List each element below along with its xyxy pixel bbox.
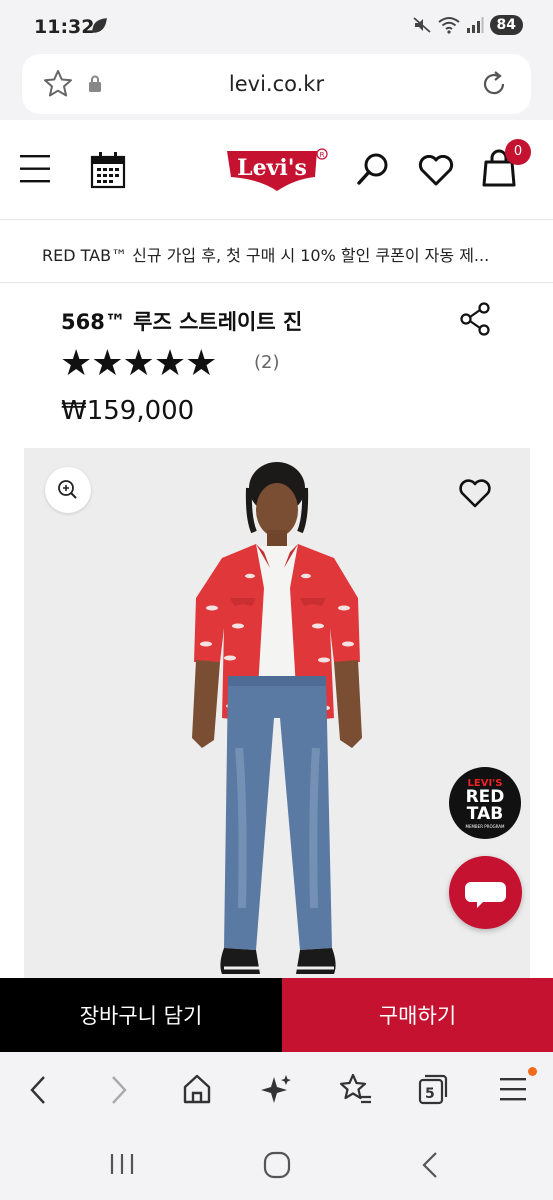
review-count[interactable]: (2) [254,352,280,373]
leaf-icon [90,17,108,35]
sparkle-icon[interactable] [260,1073,292,1105]
buy-now-button[interactable]: 구매하기 [282,978,553,1052]
product-name: 568™ 루즈 스트레이트 진 [61,310,303,334]
address-bar[interactable]: levi.co.kr [22,54,531,114]
browser-menu-icon[interactable] [500,1076,526,1102]
reload-icon[interactable] [479,69,509,99]
browser-toolbar: 5 [0,1052,553,1128]
wishlist-icon[interactable] [418,155,454,187]
zoom-button[interactable] [45,467,91,513]
back-icon[interactable] [27,1074,49,1106]
promo-banner[interactable]: RED TAB™ 신규 가입 후, 첫 구매 시 10% 할인 쿠폰이 자동 제… [0,221,553,283]
svg-text:Levi's: Levi's [237,155,307,181]
add-to-cart-button[interactable]: 장바구니 담기 [0,978,282,1052]
menu-icon[interactable] [20,153,50,185]
site-header: Levi's R [0,120,553,220]
signal-icon [466,16,484,34]
status-time: 11:32 [34,16,95,38]
search-icon[interactable] [356,152,390,186]
calendar-icon[interactable] [90,151,126,189]
forward-icon[interactable] [108,1074,130,1106]
wifi-icon [437,16,460,34]
product-price: ₩159,000 [61,396,195,426]
url-text[interactable]: levi.co.kr [22,72,531,96]
home-button-icon[interactable] [263,1151,291,1179]
recent-apps-icon[interactable] [108,1152,136,1176]
red-tab-badge[interactable]: LEVI'S RED TAB MEMBER PROGRAM [449,767,521,839]
cart-count-badge: 0 [505,139,531,165]
browser-address-area: levi.co.kr [0,52,553,120]
share-icon[interactable] [458,301,492,337]
battery-indicator: 84 [489,15,523,35]
red-tab-subtitle: MEMBER PROGRAM [465,824,505,829]
image-wishlist-icon[interactable] [458,479,492,509]
mute-icon [412,15,432,35]
chat-icon [465,882,506,908]
red-tab-word-tab: TAB [466,804,504,824]
bookmarks-icon[interactable] [338,1072,372,1106]
chat-button[interactable] [449,856,522,929]
promo-text[interactable]: RED TAB™ 신규 가입 후, 첫 구매 시 10% 할인 쿠폰이 자동 제… [42,242,489,266]
notification-dot [528,1067,537,1076]
system-back-icon[interactable] [420,1151,440,1179]
system-nav-bar [0,1128,553,1200]
status-bar: 11:32 84 [0,0,553,52]
levis-logo[interactable]: Levi's R [225,147,329,193]
tab-count: 5 [425,1086,435,1102]
home-icon[interactable] [182,1073,212,1105]
rating-stars[interactable]: ★★★★★ [60,344,217,384]
svg-text:R: R [320,151,325,159]
